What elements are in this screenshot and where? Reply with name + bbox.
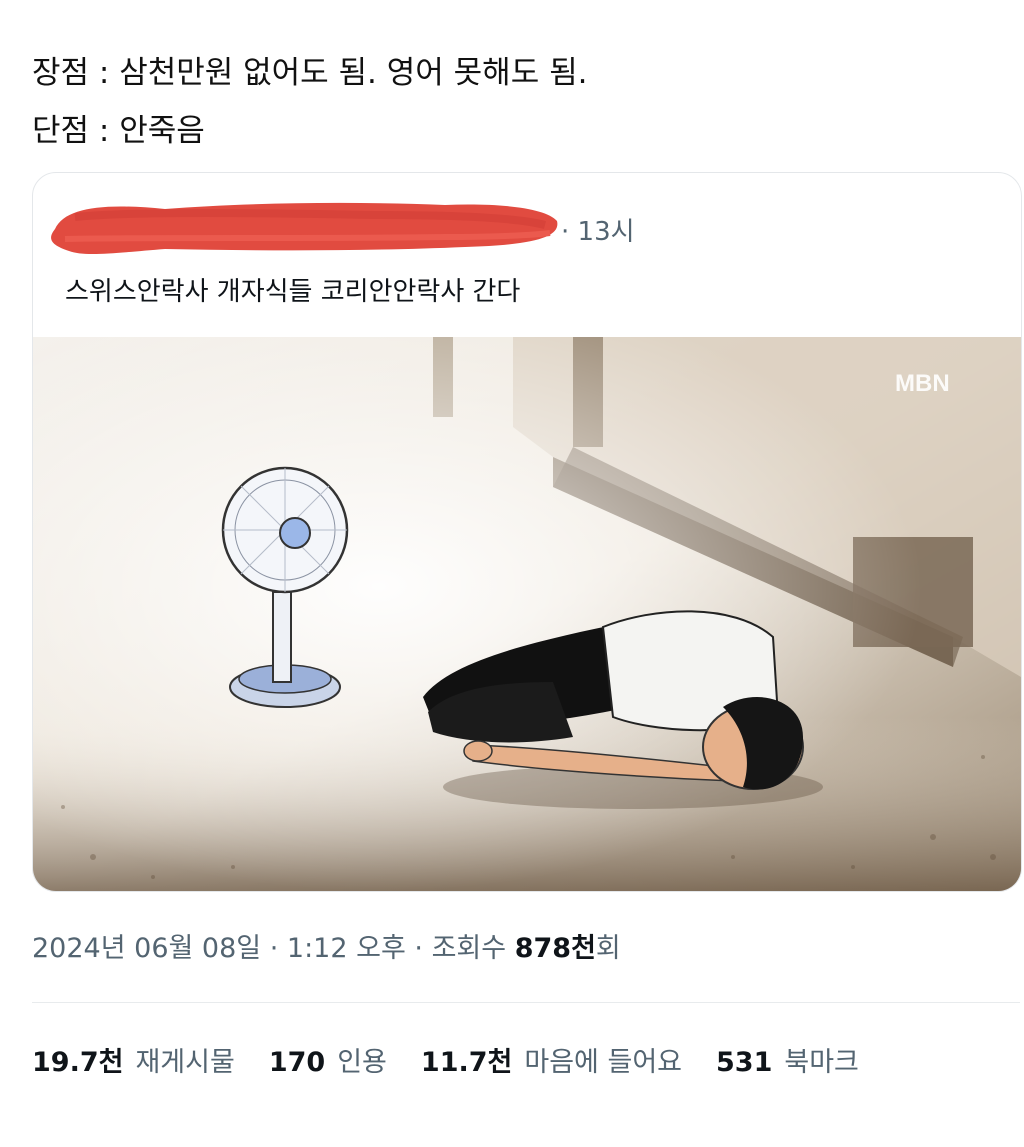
quotes-label: 인용	[337, 1047, 387, 1078]
bookmarks-stat[interactable]: 531 북마크	[716, 1040, 859, 1079]
tweet-meta: 2024년 06월 08일 · 1:12 오후 · 조회수 878천회	[32, 926, 621, 965]
tweet-line-cons: 단점 : 안죽음	[32, 113, 205, 149]
quotes-stat[interactable]: 170 인용	[269, 1040, 387, 1079]
tweet-line-pros: 장점 : 삼천만원 없어도 됨. 영어 못해도 됨.	[32, 55, 588, 91]
meta-separator: ·	[269, 933, 279, 964]
views-count: 878천	[514, 933, 596, 964]
bookmarks-count: 531	[716, 1047, 773, 1078]
redaction-scribble	[51, 202, 558, 255]
reposts-stat[interactable]: 19.7천 재게시물	[32, 1040, 235, 1079]
engagement-stats: 19.7천 재게시물 170 인용 11.7천 마음에 들어요 531 북마크	[32, 1040, 859, 1079]
quoted-tweet-image[interactable]: MBN	[33, 337, 1021, 891]
tweet-time[interactable]: 1:12 오후	[287, 933, 406, 964]
meta-separator: ·	[414, 933, 423, 964]
mbn-watermark: MBN	[895, 370, 950, 397]
likes-count: 11.7천	[420, 1047, 513, 1078]
views-suffix: 회	[595, 933, 621, 964]
views-label: 조회수	[431, 933, 507, 964]
tweet-date[interactable]: 2024년 06월 08일	[32, 933, 261, 964]
likes-stat[interactable]: 11.7천 마음에 들어요	[421, 1040, 682, 1079]
quoted-tweet-text: 스위스안락사 개자식들 코리안안락사 간다	[65, 277, 521, 307]
quoted-tweet-time[interactable]: · 13시	[561, 211, 635, 248]
quoted-tweet-card[interactable]: · 13시 스위스안락사 개자식들 코리안안락사 간다 MBN	[32, 172, 1022, 892]
tweet-text: 장점 : 삼천만원 없어도 됨. 영어 못해도 됨. 단점 : 안죽음	[32, 44, 992, 160]
reposts-count: 19.7천	[32, 1047, 124, 1078]
divider	[32, 1002, 1020, 1003]
quotes-count: 170	[268, 1047, 326, 1078]
bookmarks-label: 북마크	[784, 1047, 859, 1078]
reposts-label: 재게시물	[135, 1047, 235, 1078]
quoted-tweet-header: · 13시 스위스안락사 개자식들 코리안안락사 간다	[33, 173, 1021, 337]
likes-label: 마음에 들어요	[524, 1047, 682, 1078]
